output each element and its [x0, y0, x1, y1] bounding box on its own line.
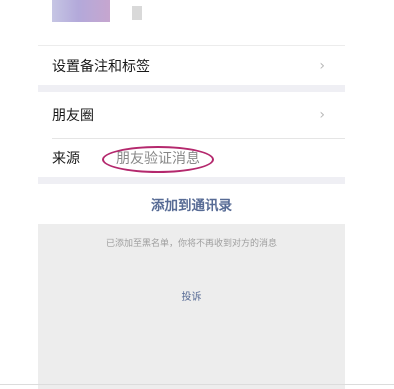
source-label: 来源	[52, 151, 80, 167]
moments-label: 朋友圈	[52, 108, 94, 124]
report-link[interactable]: 投诉	[38, 288, 345, 303]
section-divider	[38, 177, 345, 184]
avatar[interactable]	[52, 0, 110, 22]
add-to-contacts-button[interactable]: 添加到通讯录	[38, 184, 345, 224]
moments-row[interactable]: 朋友圈 ›	[38, 92, 345, 138]
profile-header	[38, 0, 345, 45]
contact-profile-screen: 设置备注和标签 › 朋友圈 › 来源 朋友验证消息 添加到通讯录 已添加至黑名单…	[38, 0, 345, 389]
bottom-divider	[0, 384, 394, 385]
gender-icon	[132, 6, 142, 20]
chevron-right-icon: ›	[319, 107, 325, 123]
set-remark-and-tags-row[interactable]: 设置备注和标签 ›	[38, 45, 345, 85]
highlight-ellipse	[102, 146, 214, 173]
set-remark-and-tags-label: 设置备注和标签	[52, 58, 150, 75]
blacklist-notice: 已添加至黑名单，你将不再收到对方的消息	[105, 239, 277, 249]
section-divider	[38, 85, 345, 92]
chevron-right-icon: ›	[319, 57, 325, 74]
